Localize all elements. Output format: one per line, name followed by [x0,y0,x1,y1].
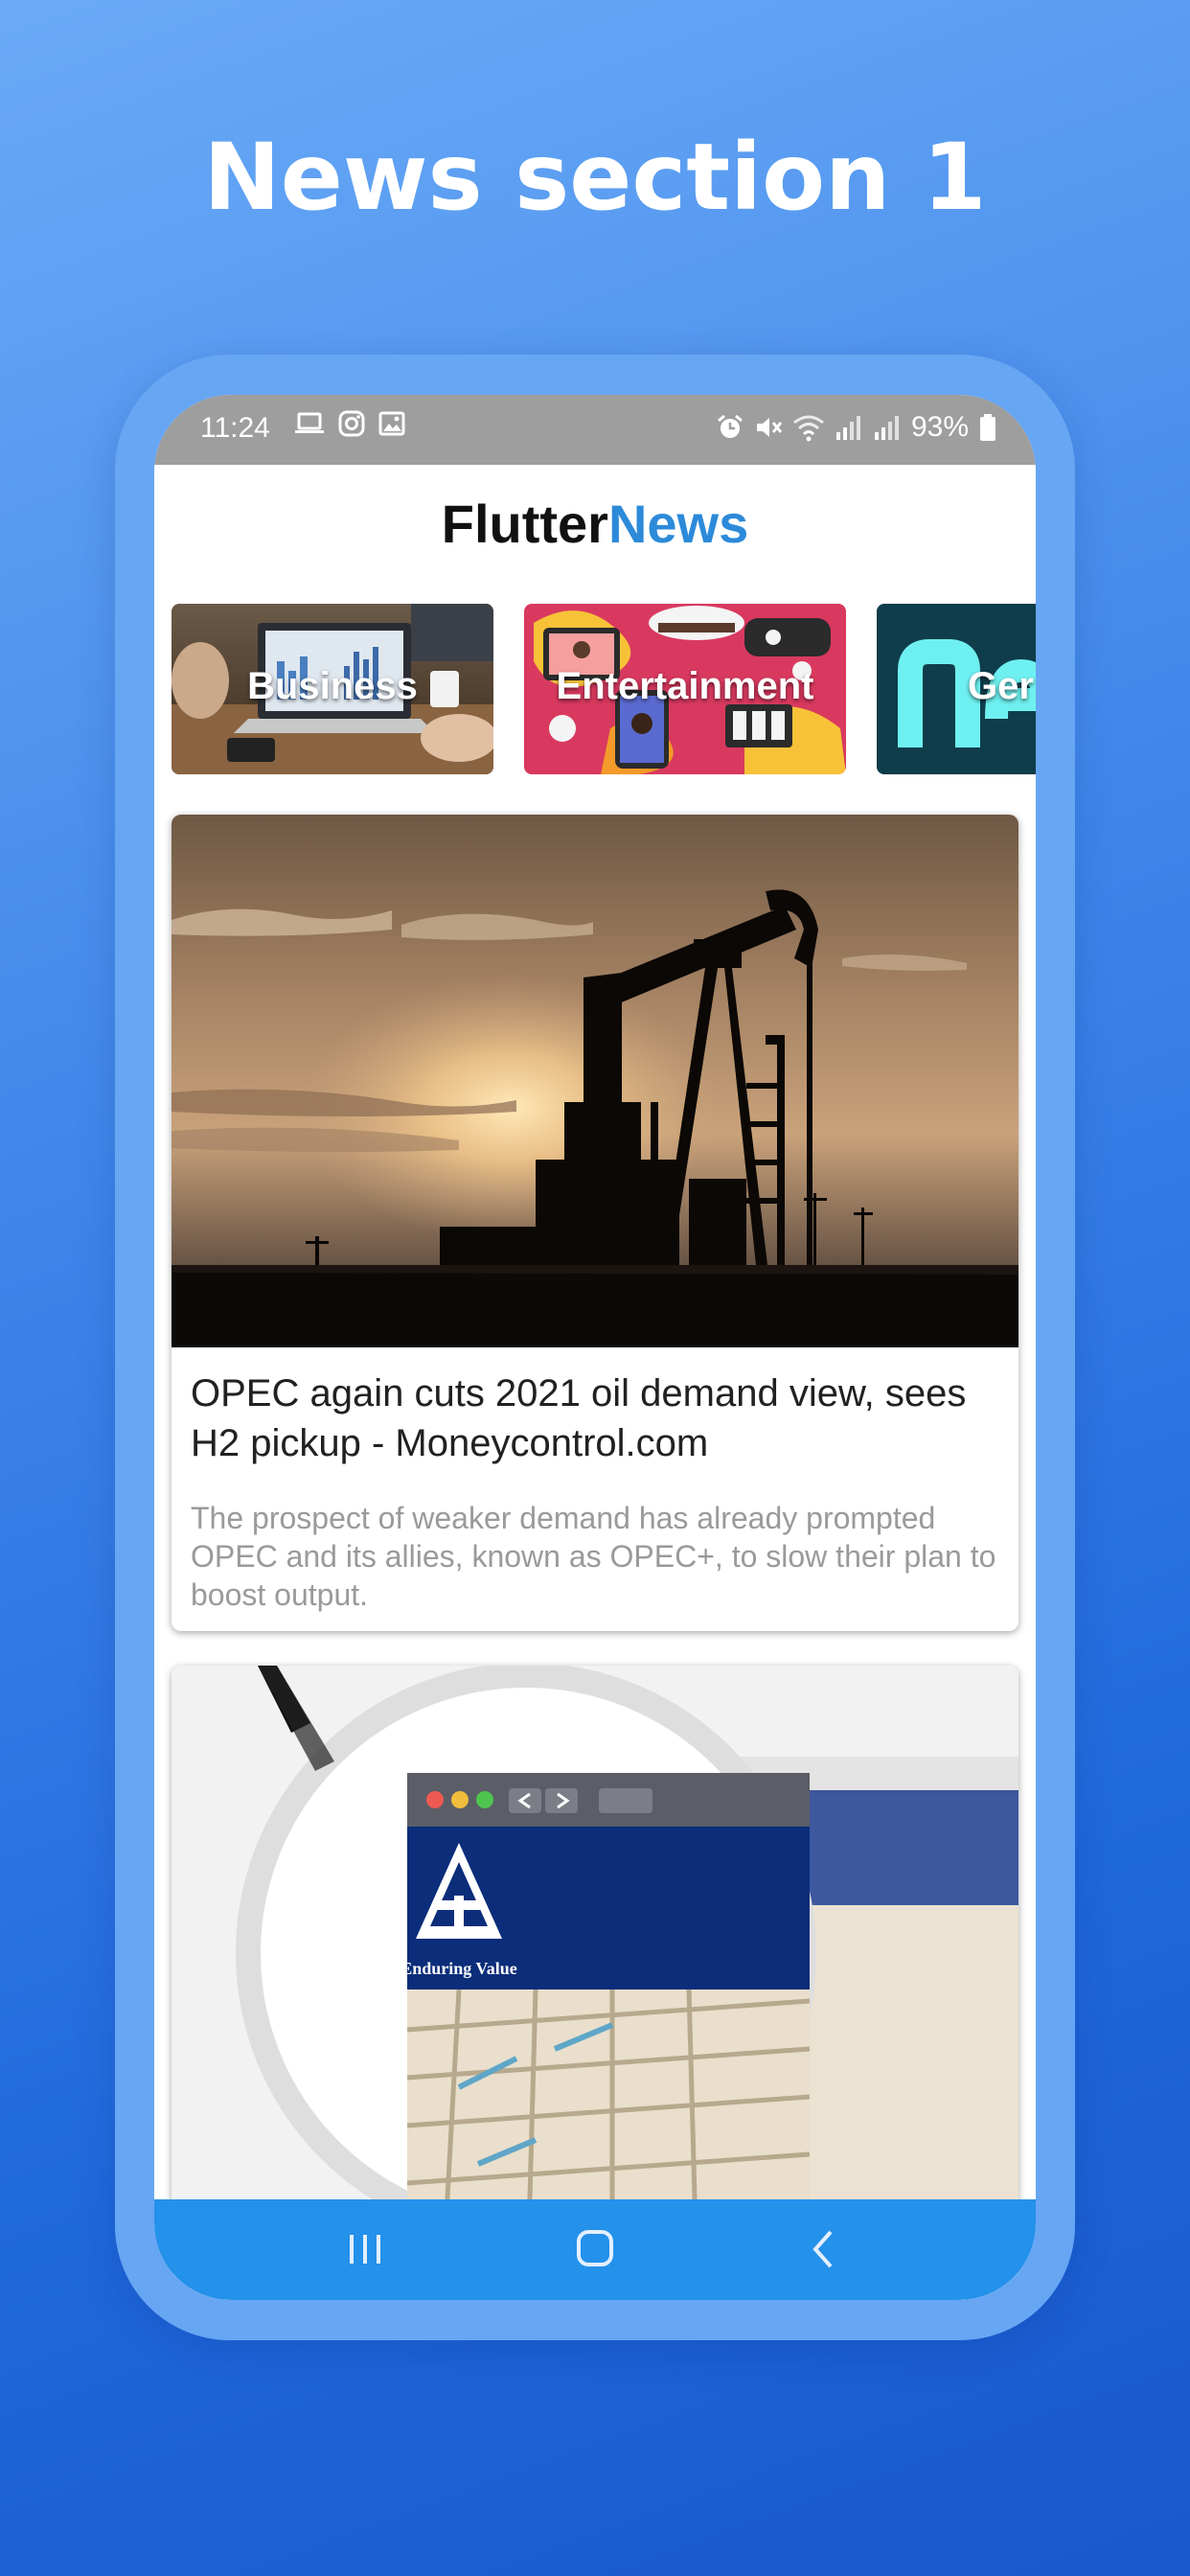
category-general[interactable]: Ger [877,604,1036,774]
app-title-flutter: Flutter [441,494,608,554]
category-list[interactable]: Business Entertainment Ger [172,604,1036,776]
navigation-bar [154,2199,1036,2300]
category-business[interactable]: Business [172,604,493,774]
instagram-icon [338,410,365,437]
status-time: 11:24 [200,412,270,444]
app-bar: FlutterNews [154,465,1036,570]
mute-icon [754,413,783,442]
status-bar: 11:24 93% [154,395,1036,465]
news-card[interactable]: OPEC again cuts 2021 oil demand view, se… [172,815,1018,1631]
alarm-icon [716,413,744,442]
page-headline: News section 1 [203,124,987,231]
category-label: Business [247,665,418,707]
article-title[interactable]: OPEC again cuts 2021 oil demand view, se… [191,1368,1005,1468]
laptop-icon [294,410,325,437]
battery-icon [978,413,997,442]
app-title: FlutterNews [442,494,749,555]
article-description: The prospect of weaker demand has alread… [191,1501,996,1612]
status-left-icons [294,410,405,437]
article-image [172,815,1018,1347]
category-entertainment[interactable]: Entertainment [524,604,846,774]
status-right-icons: 93% [716,408,997,447]
wifi-icon [792,413,825,442]
signal-icon [835,413,863,442]
category-label: Ger [968,665,1034,707]
phone-screen: 11:24 93% FlutterNews Business Entertain… [154,395,1036,2300]
back-icon[interactable] [787,2220,863,2278]
battery-percentage: 93% [910,411,969,443]
gallery-icon [378,410,405,437]
signal-icon [873,413,902,442]
category-label: Entertainment [556,665,814,707]
recent-apps-icon[interactable] [327,2220,403,2278]
home-icon[interactable] [557,2220,633,2278]
app-title-news: News [607,494,749,554]
itc-tagline: Enduring Value [400,1959,517,1978]
